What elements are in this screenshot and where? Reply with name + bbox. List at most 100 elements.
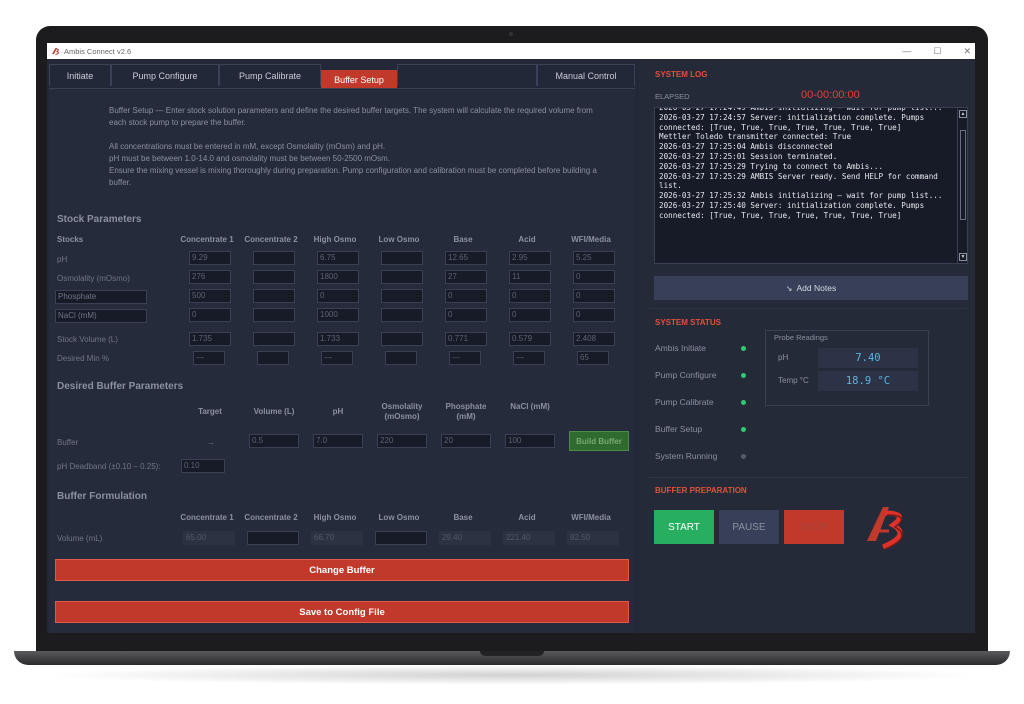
col-volume: Volume (L) <box>253 407 295 416</box>
stock-input[interactable]: 500 <box>189 289 231 303</box>
stock-input[interactable]: 0 <box>189 308 231 322</box>
scroll-thumb[interactable] <box>960 130 966 220</box>
formulation-volume-field: 66.70 <box>311 531 363 545</box>
formulation-col-header: Low Osmo <box>378 513 420 522</box>
minimize-icon[interactable]: — <box>902 43 911 59</box>
desired-min-input[interactable]: 65 <box>577 351 609 365</box>
stock-input[interactable]: 5.25 <box>573 251 615 265</box>
stock-input[interactable]: 27 <box>445 270 487 284</box>
ph-value: 7.40 <box>818 348 918 368</box>
start-button[interactable]: START <box>654 510 714 544</box>
probe-readings-title: Probe Readings <box>774 333 828 342</box>
stock-input[interactable]: 6.75 <box>317 251 359 265</box>
stock-input[interactable] <box>253 251 295 265</box>
status-item-label: Pump Configure <box>655 370 717 380</box>
intro-text: Buffer Setup — Enter stock solution para… <box>109 105 599 189</box>
stock-input[interactable]: 0 <box>317 289 359 303</box>
tab-pump-configure[interactable]: Pump Configure <box>111 64 219 86</box>
desired-min-input[interactable] <box>257 351 289 365</box>
stock-input[interactable] <box>253 308 295 322</box>
formulation-volume-field[interactable] <box>247 531 299 545</box>
stock-volume-input[interactable]: 1.733 <box>317 332 359 346</box>
formulation-volume-label: Volume (mL) <box>57 534 103 543</box>
stock-input[interactable]: 0 <box>509 308 551 322</box>
stock-row-nacl-label[interactable]: NaCl (mM) <box>55 309 147 323</box>
buffer-osmolality-input[interactable]: 220 <box>377 434 427 448</box>
desired-min-input[interactable] <box>385 351 417 365</box>
buffer-preparation-heading: BUFFER PREPARATION <box>655 486 747 495</box>
stock-input[interactable] <box>381 270 423 284</box>
formulation-volume-field[interactable] <box>375 531 427 545</box>
buffer-ph-input[interactable]: 7.0 <box>313 434 363 448</box>
stock-input[interactable]: 2.95 <box>509 251 551 265</box>
stop-button[interactable]: STOP <box>784 510 844 544</box>
stocks-corner-label: Stocks <box>57 235 84 244</box>
stock-input[interactable] <box>381 308 423 322</box>
log-scrollbar[interactable]: ▲ ▼ <box>957 108 967 263</box>
tab-buffer-setup[interactable]: Buffer Setup <box>321 70 397 88</box>
maximize-icon[interactable]: ☐ <box>933 43 941 59</box>
formulation-col-header: Acid <box>518 513 536 522</box>
system-log[interactable]: 2026-03-27 17:24:49 Ambis initializing —… <box>654 107 968 264</box>
stock-input[interactable]: 0 <box>445 289 487 303</box>
desired-min-input[interactable]: — <box>321 351 353 365</box>
stock-volume-input[interactable] <box>253 332 295 346</box>
laptop-notch <box>480 651 544 656</box>
scroll-up-icon[interactable]: ▲ <box>959 110 967 118</box>
stock-input[interactable] <box>381 289 423 303</box>
stock-volume-label: Stock Volume (L) <box>57 335 118 344</box>
stock-volume-input[interactable]: 2.408 <box>573 332 615 346</box>
close-icon[interactable]: ✕ <box>963 43 971 59</box>
stock-input[interactable] <box>253 289 295 303</box>
stock-volume-input[interactable]: 1.735 <box>189 332 231 346</box>
app-logo-icon <box>52 48 59 55</box>
stock-input[interactable]: 1800 <box>317 270 359 284</box>
stock-row-phosphate-label[interactable]: Phosphate <box>55 290 147 304</box>
stock-input[interactable]: 0 <box>573 308 615 322</box>
desired-min-input[interactable]: --- <box>449 351 481 365</box>
buffer-phosphate-input[interactable]: 20 <box>441 434 491 448</box>
stock-parameters-heading: Stock Parameters <box>57 214 142 225</box>
stock-input[interactable] <box>253 270 295 284</box>
stock-volume-input[interactable] <box>381 332 423 346</box>
tab-manual-control[interactable]: Manual Control <box>537 64 635 86</box>
stock-input[interactable]: 0 <box>573 270 615 284</box>
pencil-icon: ↘ <box>785 283 793 293</box>
stock-input[interactable]: 0 <box>509 289 551 303</box>
status-item-label: System Running <box>655 451 718 461</box>
save-config-button[interactable]: Save to Config File <box>55 601 629 623</box>
main-panel: Initiate Pump Configure Pump Calibrate B… <box>47 59 639 633</box>
stock-col-header: Concentrate 2 <box>244 235 298 244</box>
add-notes-label: Add Notes <box>796 283 837 293</box>
stock-input[interactable]: 11 <box>509 270 551 284</box>
stock-volume-input[interactable]: 0.579 <box>509 332 551 346</box>
desired-min-input[interactable]: — <box>513 351 545 365</box>
buffer-nacl-input[interactable]: 100 <box>505 434 555 448</box>
buffer-volume-input[interactable]: 0.5 <box>249 434 299 448</box>
stock-input[interactable]: 1000 <box>317 308 359 322</box>
stock-input[interactable]: 0 <box>573 289 615 303</box>
app-window: Ambis Connect v2.6 — ☐ ✕ Initiate Pump C… <box>47 43 975 633</box>
divider <box>649 308 967 309</box>
build-buffer-button[interactable]: Build Buffer <box>569 431 629 451</box>
stock-volume-input[interactable]: 0.771 <box>445 332 487 346</box>
status-indicator-icon <box>741 454 746 459</box>
desired-min-input[interactable]: — <box>193 351 225 365</box>
ph-deadband-input[interactable]: 0.10 <box>181 459 225 473</box>
add-notes-button[interactable]: ↘ Add Notes <box>654 276 968 300</box>
formulation-volume-field: 221.40 <box>503 531 555 545</box>
tab-bar: Initiate Pump Configure Pump Calibrate B… <box>49 64 637 88</box>
stock-input[interactable]: 276 <box>189 270 231 284</box>
stock-input[interactable]: 12.65 <box>445 251 487 265</box>
stock-input[interactable]: 0 <box>445 308 487 322</box>
scroll-down-icon[interactable]: ▼ <box>959 253 967 261</box>
stock-col-header: Low Osmo <box>378 235 420 244</box>
elapsed-timer: 00-00:00:00 <box>801 89 860 101</box>
stock-input[interactable] <box>381 251 423 265</box>
pause-button[interactable]: PAUSE <box>719 510 779 544</box>
change-buffer-button[interactable]: Change Buffer <box>55 559 629 581</box>
elapsed-label: ELAPSED <box>655 92 690 101</box>
tab-initiate[interactable]: Initiate <box>49 64 111 86</box>
stock-input[interactable]: 9.29 <box>189 251 231 265</box>
tab-pump-calibrate[interactable]: Pump Calibrate <box>219 64 321 86</box>
